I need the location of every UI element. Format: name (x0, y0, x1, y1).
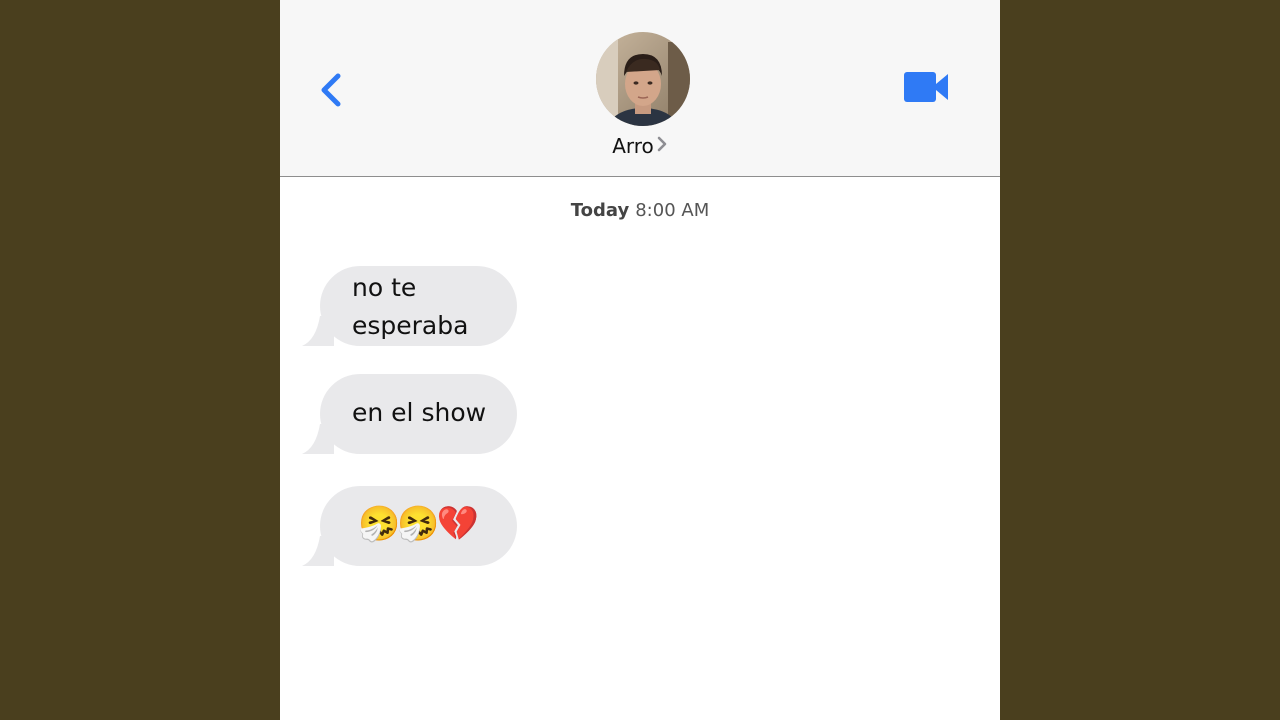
chevron-right-icon (656, 134, 668, 158)
message-bubble[interactable]: 🤧🤧💔 (302, 486, 517, 566)
bubble-tail (302, 424, 334, 454)
message-bubble[interactable]: en el show (302, 374, 517, 454)
conversation-header: Arro (280, 0, 1000, 177)
timestamp-time: 8:00 AM (635, 200, 710, 221)
message-text-line: no te (352, 273, 417, 302)
message-bubble[interactable]: no te esperaba (302, 266, 517, 346)
conversation-timestamp: Today 8:00 AM (280, 200, 1000, 221)
back-button[interactable] (316, 70, 348, 110)
message-text: no te esperaba (352, 269, 497, 345)
sneezing-face-emoji: 🤧 (397, 504, 439, 544)
avatar-photo (596, 32, 690, 126)
contact-name: Arro (612, 134, 654, 158)
contact-avatar[interactable] (596, 32, 690, 126)
chevron-left-icon (321, 73, 341, 107)
video-call-button[interactable] (902, 70, 950, 104)
bubble-tail (302, 316, 334, 346)
broken-heart-emoji: 💔 (436, 504, 479, 544)
video-camera-icon (904, 72, 948, 102)
messages-screen: Arro Today 8:00 AM no te esperaba en el s… (280, 0, 1000, 720)
contact-name-button[interactable]: Arro (280, 134, 1000, 158)
sneezing-face-emoji: 🤧 (358, 504, 400, 544)
message-emojis: 🤧🤧💔 (358, 504, 497, 544)
timestamp-day: Today (570, 200, 630, 221)
message-text-line: esperaba (352, 311, 469, 340)
bubble-tail (302, 536, 334, 566)
message-text: en el show (352, 398, 487, 427)
